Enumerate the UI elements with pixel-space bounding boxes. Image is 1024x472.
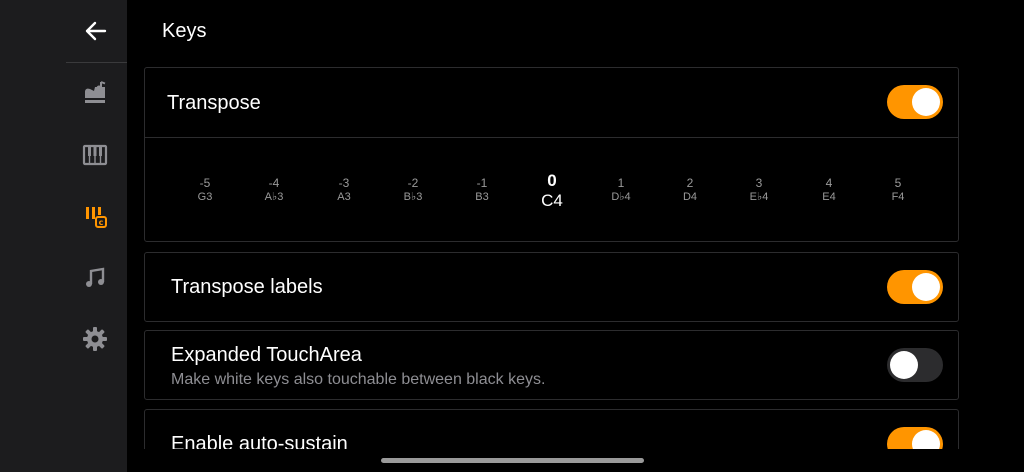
- sidebar-item-settings[interactable]: [80, 324, 110, 354]
- gear-icon: [83, 327, 107, 351]
- arrow-left-icon: [85, 21, 107, 41]
- toggle-knob: [912, 430, 940, 449]
- svg-text:c: c: [99, 218, 104, 227]
- auto-sustain-label: Enable auto-sustain: [171, 433, 348, 449]
- auto-sustain-row: Enable auto-sustain: [144, 409, 959, 449]
- sidebar-item-piano[interactable]: [80, 78, 110, 108]
- sidebar: c: [0, 0, 127, 472]
- sidebar-divider: [66, 62, 127, 63]
- keyboard-icon: [82, 144, 108, 166]
- sidebar-item-music[interactable]: [80, 263, 110, 293]
- sidebar-item-keyboard[interactable]: [80, 140, 110, 170]
- auto-sustain-toggle[interactable]: [887, 427, 943, 449]
- scroll-clip: Enable auto-sustain: [127, 0, 1024, 449]
- keys-settings-icon: c: [86, 207, 107, 228]
- home-indicator: [381, 458, 644, 463]
- music-note-icon: [86, 267, 105, 287]
- sidebar-item-keys[interactable]: c: [80, 202, 110, 232]
- back-button[interactable]: [82, 17, 110, 45]
- grand-piano-icon: [85, 81, 106, 103]
